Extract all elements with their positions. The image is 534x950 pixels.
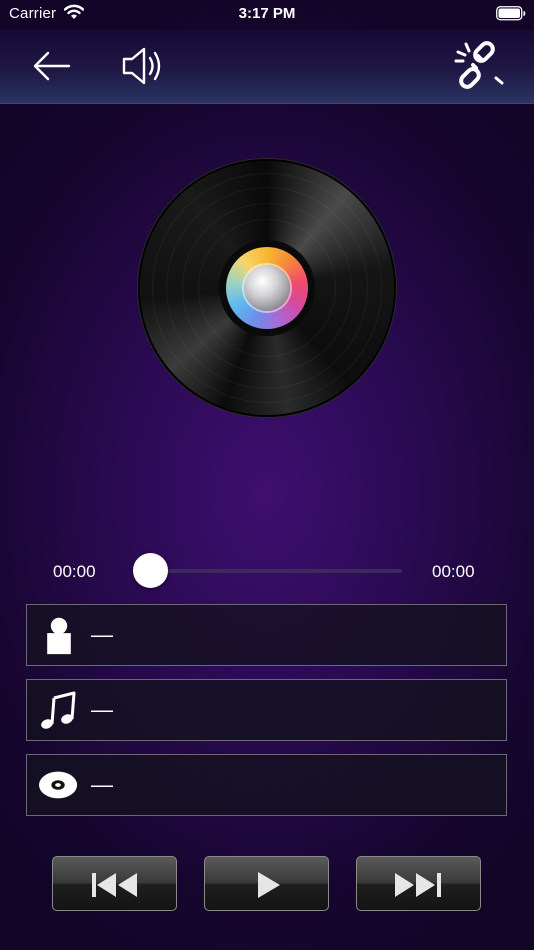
play-icon [258,872,280,898]
back-button[interactable] [30,48,72,84]
play-button[interactable] [204,856,329,911]
song-value: — [91,697,113,722]
song-row: — [26,679,507,741]
back-arrow-icon [33,51,71,81]
previous-button[interactable] [52,856,177,911]
time-elapsed: 00:00 [53,562,96,581]
status-bar: Carrier 3:17 PM [0,0,534,30]
vinyl-record-artwork [140,161,394,415]
music-note-icon [41,691,76,729]
album-row: — [26,754,507,816]
previous-icon [92,873,137,897]
navigation-bar [0,30,534,104]
clock-time: 3:17 PM [238,5,296,22]
artist-row: — [26,604,507,666]
time-total: 00:00 [432,562,475,581]
broken-link-icon [454,41,504,89]
connection-button[interactable] [446,36,510,98]
album-value: — [91,772,113,797]
person-icon [47,617,71,655]
speaker-volume-icon [122,47,161,85]
artist-value: — [91,622,113,647]
progress-slider-thumb[interactable] [132,553,168,588]
record-spindle [244,265,290,311]
next-button[interactable] [356,856,481,911]
battery-icon [496,6,526,26]
next-icon [395,873,441,897]
disc-icon [39,771,78,799]
volume-button[interactable] [120,44,168,88]
progress-track[interactable] [150,569,402,573]
